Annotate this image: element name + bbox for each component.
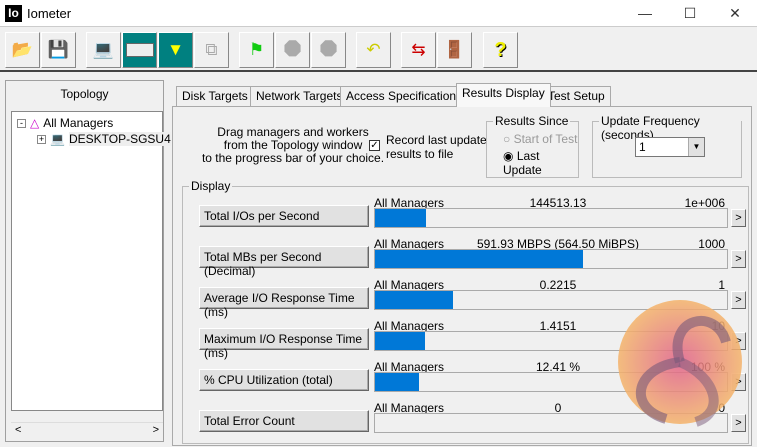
window-title: Iometer <box>27 6 72 21</box>
scroll-left-icon[interactable]: < <box>15 424 21 436</box>
floppy-icon: 💾 <box>47 40 70 59</box>
connect-icon: ⇆ <box>411 40 426 59</box>
horizontal-scrollbar[interactable]: < > <box>11 422 163 439</box>
record-checkbox[interactable]: ✓ <box>369 140 380 151</box>
copy-icon: ⧉ <box>205 40 218 59</box>
stop-all-button[interactable]: ⯃ <box>311 32 346 68</box>
row-select-button[interactable]: > <box>731 373 746 391</box>
row-select-button[interactable]: > <box>731 414 746 432</box>
stop-button[interactable]: ⯃ <box>275 32 310 68</box>
network-icon: ▼ <box>167 40 184 59</box>
row-select-button[interactable]: > <box>731 332 746 350</box>
save-button[interactable]: 💾 <box>41 32 76 68</box>
results-since-title: Results Since <box>493 114 571 128</box>
progress-fill <box>375 250 584 268</box>
topology-pane: Topology - △ All Managers + 💻 DESKTOP-SG… <box>5 80 171 442</box>
managers-icon: △ <box>30 116 40 130</box>
progress-bar[interactable] <box>374 331 728 351</box>
stop-icon: ⯃ <box>283 37 302 62</box>
radio-label: Last Update <box>503 149 542 177</box>
collapse-icon[interactable]: - <box>17 118 26 128</box>
toolbar: 📂 💾 💻 ▼ ⧉ ⚑ ⯃ ⯃ ↶ ⇆ 🚪 ? <box>0 28 757 72</box>
open-button[interactable]: 📂 <box>5 32 40 68</box>
start-tests-button[interactable]: ⚑ <box>239 32 274 68</box>
question-icon: ? <box>494 38 507 61</box>
help-button[interactable]: ? <box>483 32 518 68</box>
start-new-manager-button[interactable]: 💻 <box>86 32 121 68</box>
results-since-group: Results Since ○ Start of Test ◉ Last Upd… <box>486 114 579 178</box>
instruction-line: to the progress bar of your choice. <box>201 151 385 165</box>
tree-item-label: DESKTOP-SGSU4 <box>68 132 171 146</box>
expand-icon[interactable]: + <box>37 134 46 144</box>
progress-bar[interactable] <box>374 208 728 228</box>
tree-item-all-managers[interactable]: - △ All Managers <box>17 116 113 130</box>
progress-fill <box>375 209 426 227</box>
metric-button[interactable]: Total Error Count <box>199 410 369 432</box>
stop-all-icon: ⯃ <box>319 37 338 62</box>
progress-bar[interactable] <box>374 372 728 392</box>
reset-workers-button[interactable]: ↶ <box>356 32 391 68</box>
progress-fill <box>375 291 453 309</box>
instructions-text: Drag managers and workers from the Topol… <box>193 126 393 165</box>
progress-fill <box>375 373 419 391</box>
tree-item-manager[interactable]: + 💻 DESKTOP-SGSU4 <box>37 132 171 146</box>
computer-icon: 💻 <box>92 40 115 59</box>
folder-open-icon: 📂 <box>11 40 34 59</box>
tab-access-specifications[interactable]: Access Specifications <box>340 86 469 107</box>
radio-last-update[interactable]: ◉ Last Update <box>503 149 578 177</box>
metric-button[interactable]: Total I/Os per Second <box>199 205 369 227</box>
progress-bar[interactable] <box>374 290 728 310</box>
record-label: Record last update results to file <box>386 133 487 161</box>
update-frequency-value: 1 <box>639 140 646 154</box>
exit-button[interactable]: 🚪 <box>437 32 472 68</box>
metric-button[interactable]: Maximum I/O Response Time (ms) <box>199 328 369 360</box>
computer-icon: 💻 <box>50 132 65 146</box>
metric-button[interactable]: % CPU Utilization (total) <box>199 369 369 391</box>
record-label-line: results to file <box>386 147 454 161</box>
app-icon: Io <box>5 5 22 22</box>
radio-label: Start of Test <box>513 132 578 146</box>
tab-disk-targets[interactable]: Disk Targets <box>176 86 254 107</box>
title-bar: Io Iometer — ☐ ✕ <box>0 0 757 27</box>
row-select-button[interactable]: > <box>731 209 746 227</box>
progress-bar[interactable] <box>374 249 728 269</box>
progress-bar[interactable] <box>374 413 728 433</box>
minimize-button[interactable]: — <box>630 3 660 23</box>
copy-worker-button[interactable]: ⧉ <box>194 32 229 68</box>
radio-start-of-test[interactable]: ○ Start of Test <box>503 132 577 146</box>
results-display-page: Drag managers and workers from the Topol… <box>172 106 752 446</box>
green-flag-icon: ⚑ <box>248 40 265 59</box>
topology-title: Topology <box>60 87 109 101</box>
row-select-button[interactable]: > <box>731 250 746 268</box>
scroll-right-icon[interactable]: > <box>153 424 159 436</box>
row-select-button[interactable]: > <box>731 291 746 309</box>
door-icon: 🚪 <box>443 40 466 59</box>
back-arrow-icon: ↶ <box>366 40 381 59</box>
progress-fill <box>375 332 425 350</box>
connect-button[interactable]: ⇆ <box>401 32 436 68</box>
tree-item-label: All Managers <box>43 116 114 130</box>
disk-icon <box>125 43 154 57</box>
new-network-worker-button[interactable]: ▼ <box>158 32 193 68</box>
close-button[interactable]: ✕ <box>720 3 750 23</box>
update-frequency-group: Update Frequency (seconds) 1 ▼ <box>592 114 742 178</box>
tab-test-setup[interactable]: Test Setup <box>542 86 611 107</box>
chevron-down-icon[interactable]: ▼ <box>688 138 704 156</box>
topology-tree: - △ All Managers + 💻 DESKTOP-SGSU4 <box>11 111 171 411</box>
metric-button[interactable]: Average I/O Response Time (ms) <box>199 287 369 319</box>
tab-network-targets[interactable]: Network Targets <box>250 86 349 107</box>
new-disk-worker-button[interactable] <box>122 32 157 68</box>
record-label-line: Record last update <box>386 133 487 147</box>
metric-button[interactable]: Total MBs per Second (Decimal) <box>199 246 369 278</box>
maximize-button[interactable]: ☐ <box>675 3 705 23</box>
tab-results-display[interactable]: Results Display <box>456 83 551 107</box>
display-title: Display <box>189 179 233 193</box>
update-frequency-select[interactable]: 1 ▼ <box>635 137 705 157</box>
